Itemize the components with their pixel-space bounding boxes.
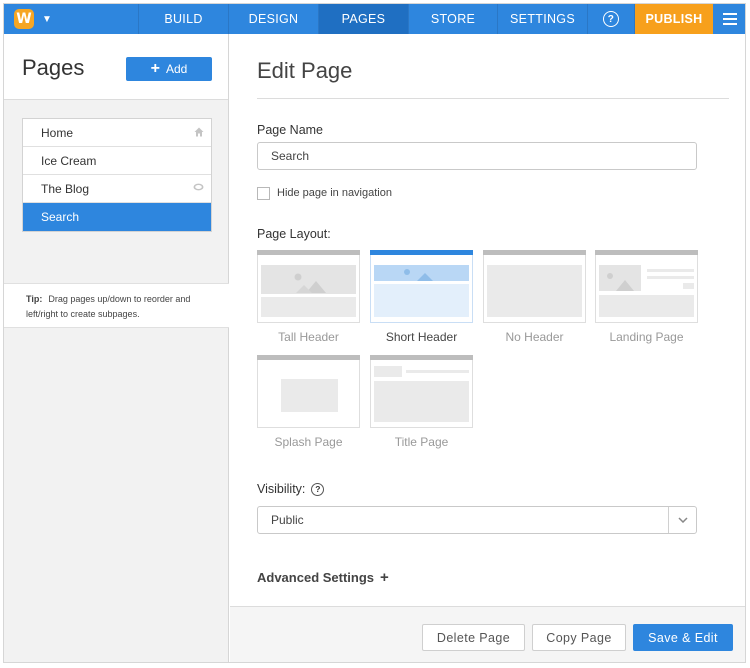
hamburger-menu-icon[interactable] (713, 4, 745, 34)
chevron-down-icon (668, 507, 696, 533)
page-item-home[interactable]: Home (23, 119, 211, 147)
layout-tall-header[interactable]: Tall Header (257, 250, 360, 344)
layout-label: Splash Page (274, 435, 343, 449)
page-item-ice-cream[interactable]: Ice Cream (23, 147, 211, 175)
plus-icon: + (380, 569, 389, 586)
nav-store[interactable]: STORE (409, 4, 498, 34)
chevron-down-icon: ▼ (42, 13, 52, 25)
visibility-label-text: Visibility: (257, 482, 306, 496)
layout-thumbnail (257, 355, 360, 428)
layout-thumbnail (370, 250, 473, 323)
layout-no-header[interactable]: No Header (483, 250, 586, 344)
plus-icon: + (150, 60, 160, 77)
nav-design[interactable]: DESIGN (229, 4, 319, 34)
visibility-value: Public (271, 513, 304, 527)
sidebar-title: Pages (22, 55, 85, 80)
add-page-button[interactable]: + Add (126, 57, 212, 81)
layout-label: Short Header (385, 330, 458, 344)
nav-pages[interactable]: PAGES (319, 4, 409, 34)
layout-short-header[interactable]: Short Header (370, 250, 473, 344)
nav-build[interactable]: BUILD (139, 4, 229, 34)
layout-splash-page[interactable]: Splash Page (257, 355, 360, 449)
advanced-settings-label: Advanced Settings (257, 570, 375, 585)
delete-page-button[interactable]: Delete Page (422, 624, 525, 651)
sidebar-header: Pages + Add (4, 34, 228, 100)
hide-page-checkbox[interactable] (257, 187, 270, 200)
layout-landing-page[interactable]: Landing Page (595, 250, 698, 344)
tip-label: Tip: (26, 294, 43, 304)
layout-label: Tall Header (278, 330, 339, 344)
layout-label: No Header (505, 330, 564, 344)
logo-menu[interactable]: W ▼ (4, 4, 139, 34)
page-layout-label: Page Layout: (257, 227, 331, 241)
page-item-search[interactable]: Search (23, 203, 211, 231)
top-nav: W ▼ BUILD DESIGN PAGES STORE SETTINGS ? … (4, 4, 745, 34)
layout-thumbnail (257, 250, 360, 323)
layout-thumbnail (370, 355, 473, 428)
sidebar-tip: Tip: Drag pages up/down to reorder and le… (4, 283, 229, 328)
publish-button[interactable]: PUBLISH (635, 4, 713, 34)
home-icon (194, 127, 204, 139)
visibility-select[interactable]: Public (257, 506, 697, 534)
help-icon: ? (603, 11, 619, 27)
add-page-label: Add (165, 62, 188, 76)
advanced-settings-toggle[interactable]: Advanced Settings + (257, 569, 389, 586)
page-item-label: Search (41, 210, 80, 224)
comment-icon (193, 183, 204, 194)
page-item-label: Home (41, 125, 74, 140)
page-item-label: The Blog (41, 181, 90, 196)
layout-title-page[interactable]: Title Page (370, 355, 473, 449)
visibility-label: Visibility:? (257, 482, 325, 496)
editor-window: W ▼ BUILD DESIGN PAGES STORE SETTINGS ? … (3, 3, 746, 663)
title-divider (257, 98, 729, 99)
page-title: Edit Page (257, 58, 353, 83)
page-name-input[interactable]: Search (257, 142, 697, 170)
page-item-label: Ice Cream (41, 153, 97, 168)
page-item-the-blog[interactable]: The Blog (23, 175, 211, 203)
layout-thumbnail (483, 250, 586, 323)
help-button[interactable]: ? (588, 4, 635, 34)
layout-thumbnail (595, 250, 698, 323)
footer-actions: Delete Page Copy Page Save & Edit (230, 606, 745, 662)
page-list: Home Ice Cream The Blog Search (22, 118, 212, 232)
help-icon[interactable]: ? (311, 482, 325, 496)
save-and-edit-button[interactable]: Save & Edit (633, 624, 733, 651)
edit-page-panel: Edit Page Page Name Search Hide page in … (230, 34, 745, 662)
layout-label: Title Page (394, 435, 449, 449)
weebly-logo: W (14, 9, 34, 29)
hide-page-label: Hide page in navigation (277, 187, 392, 199)
tip-text: Drag pages up/down to reorder and left/r… (26, 294, 191, 319)
nav-settings[interactable]: SETTINGS (498, 4, 588, 34)
page-name-label: Page Name (257, 123, 324, 137)
layout-label: Landing Page (609, 330, 684, 344)
copy-page-button[interactable]: Copy Page (532, 624, 626, 651)
pages-sidebar: Pages + Add Home Ice Cream The Blog Sear… (4, 34, 229, 662)
